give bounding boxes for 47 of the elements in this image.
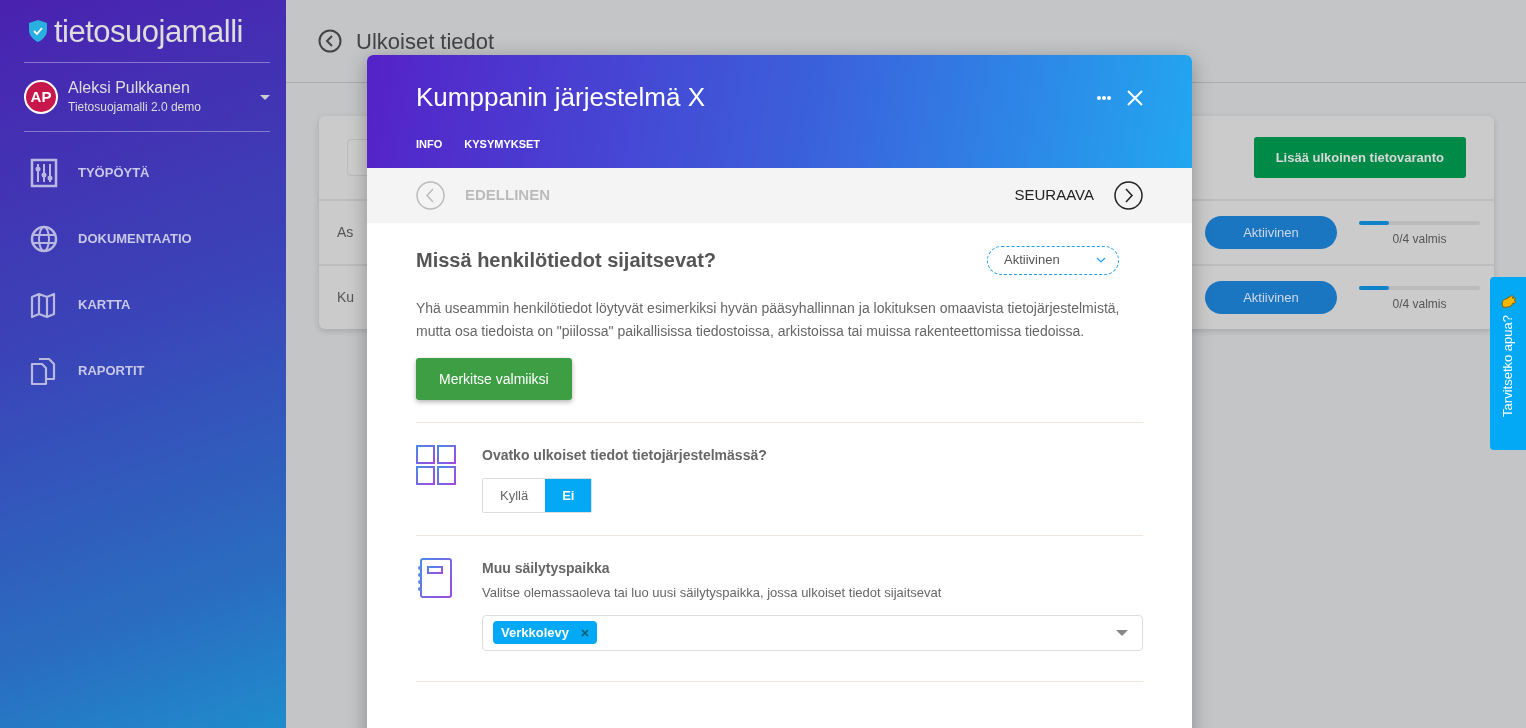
help-text: Tarvitsetko apua? [1499, 315, 1517, 417]
question-title: Missä henkilötiedot sijaitsevat? [416, 248, 717, 273]
status-button[interactable]: Aktiivinen [1205, 216, 1337, 249]
toggle-option[interactable]: Ei [545, 479, 592, 512]
question-description: Yhä useammin henkilötiedot löytyvät esimerkiksi hyvän pääsyhallinnan ja lokituksen omaavista tietojärjestelmistä, mutta osa tiedoista on "piilossa" paikallisissa tiedostoissa, arkistoissa tai muissa rakenteettomissa tiedoissa. [416, 299, 1121, 341]
logo-text: tietosuojamalli [54, 15, 243, 47]
modal-title: Kumppanin järjestelmä X [416, 81, 706, 114]
avatar: AP [24, 80, 58, 114]
sliders-icon [30, 158, 58, 188]
documents-icon [30, 356, 58, 386]
nav-item[interactable]: TYÖPÖYTÄ [24, 140, 270, 206]
close-icon[interactable] [1127, 89, 1143, 106]
add-button[interactable]: Lisää ulkoinen tietovaranto [1253, 136, 1466, 179]
status-dropdown[interactable]: Aktiivinen [987, 245, 1119, 275]
page-title: Ulkoiset tiedot [356, 27, 495, 56]
row-name: As [337, 223, 354, 242]
modal-tab[interactable]: INFO [416, 135, 443, 153]
user-name: Aleksi Pulkkanen [68, 78, 191, 98]
modal-tab[interactable]: KYSYMYKSET [464, 135, 541, 153]
status-button[interactable]: Aktiivinen [1205, 281, 1337, 314]
nav-item[interactable]: KARTTA [24, 272, 270, 338]
shield-logo-icon [28, 19, 48, 43]
field-label: Ovatko ulkoiset tiedot tietojärjestelmässä? [482, 446, 768, 465]
remove-icon[interactable] [580, 628, 589, 637]
more-icon[interactable] [1097, 95, 1111, 100]
field-help-text: Valitse olemassaoleva tai luo uusi säilytyspaikka, jossa ulkoiset tiedot sijaitsevat [482, 584, 943, 602]
nav-item[interactable]: DOKUMENTAATIO [24, 206, 270, 272]
tag-chip: Verkkolevy [493, 620, 597, 645]
chevron-left-icon [416, 181, 445, 210]
dropdown-caret-icon[interactable] [1116, 629, 1128, 636]
grid-icon [416, 445, 456, 485]
progress-text: 0/4 valmis [1391, 296, 1448, 313]
tag-select-field[interactable]: Verkkolevy [482, 614, 1143, 651]
back-icon[interactable] [318, 29, 342, 53]
mark-done-button[interactable]: Merkitse valmiiksi [416, 358, 572, 400]
map-icon [30, 290, 58, 320]
nav-item[interactable]: RAPORTIT [24, 338, 270, 404]
chevron-down-icon [1096, 257, 1106, 263]
chevron-right-icon [1114, 181, 1143, 210]
row-name: Ku [337, 288, 355, 307]
organization-name: Tietosuojamalli 2.0 demo [68, 98, 202, 116]
progress-text: 0/4 valmis [1391, 231, 1448, 248]
field-label: Muu säilytyspaikka [482, 559, 611, 578]
help-tab[interactable]: Tarvitsetko apua? [1490, 277, 1526, 450]
globe-icon [30, 224, 58, 254]
caret-icon[interactable] [260, 94, 270, 100]
next-button[interactable]: SEURAAVA [1014, 181, 1143, 210]
